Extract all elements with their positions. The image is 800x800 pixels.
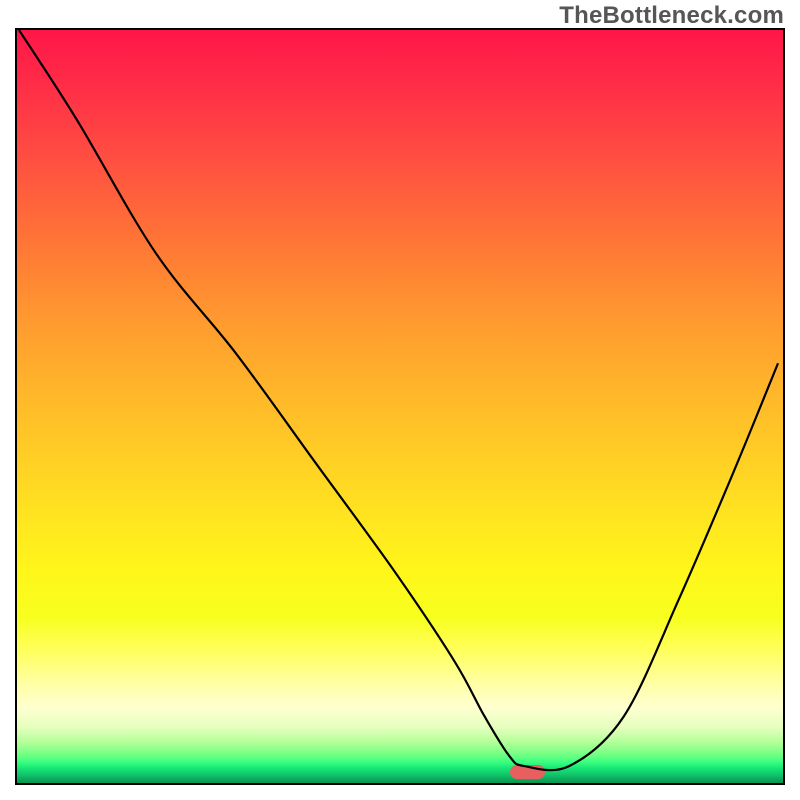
chart-frame: TheBottleneck.com	[0, 0, 800, 800]
curve-path	[19, 30, 778, 770]
bottleneck-curve	[17, 30, 783, 783]
watermark-text: TheBottleneck.com	[559, 2, 784, 30]
plot-area	[15, 28, 785, 785]
